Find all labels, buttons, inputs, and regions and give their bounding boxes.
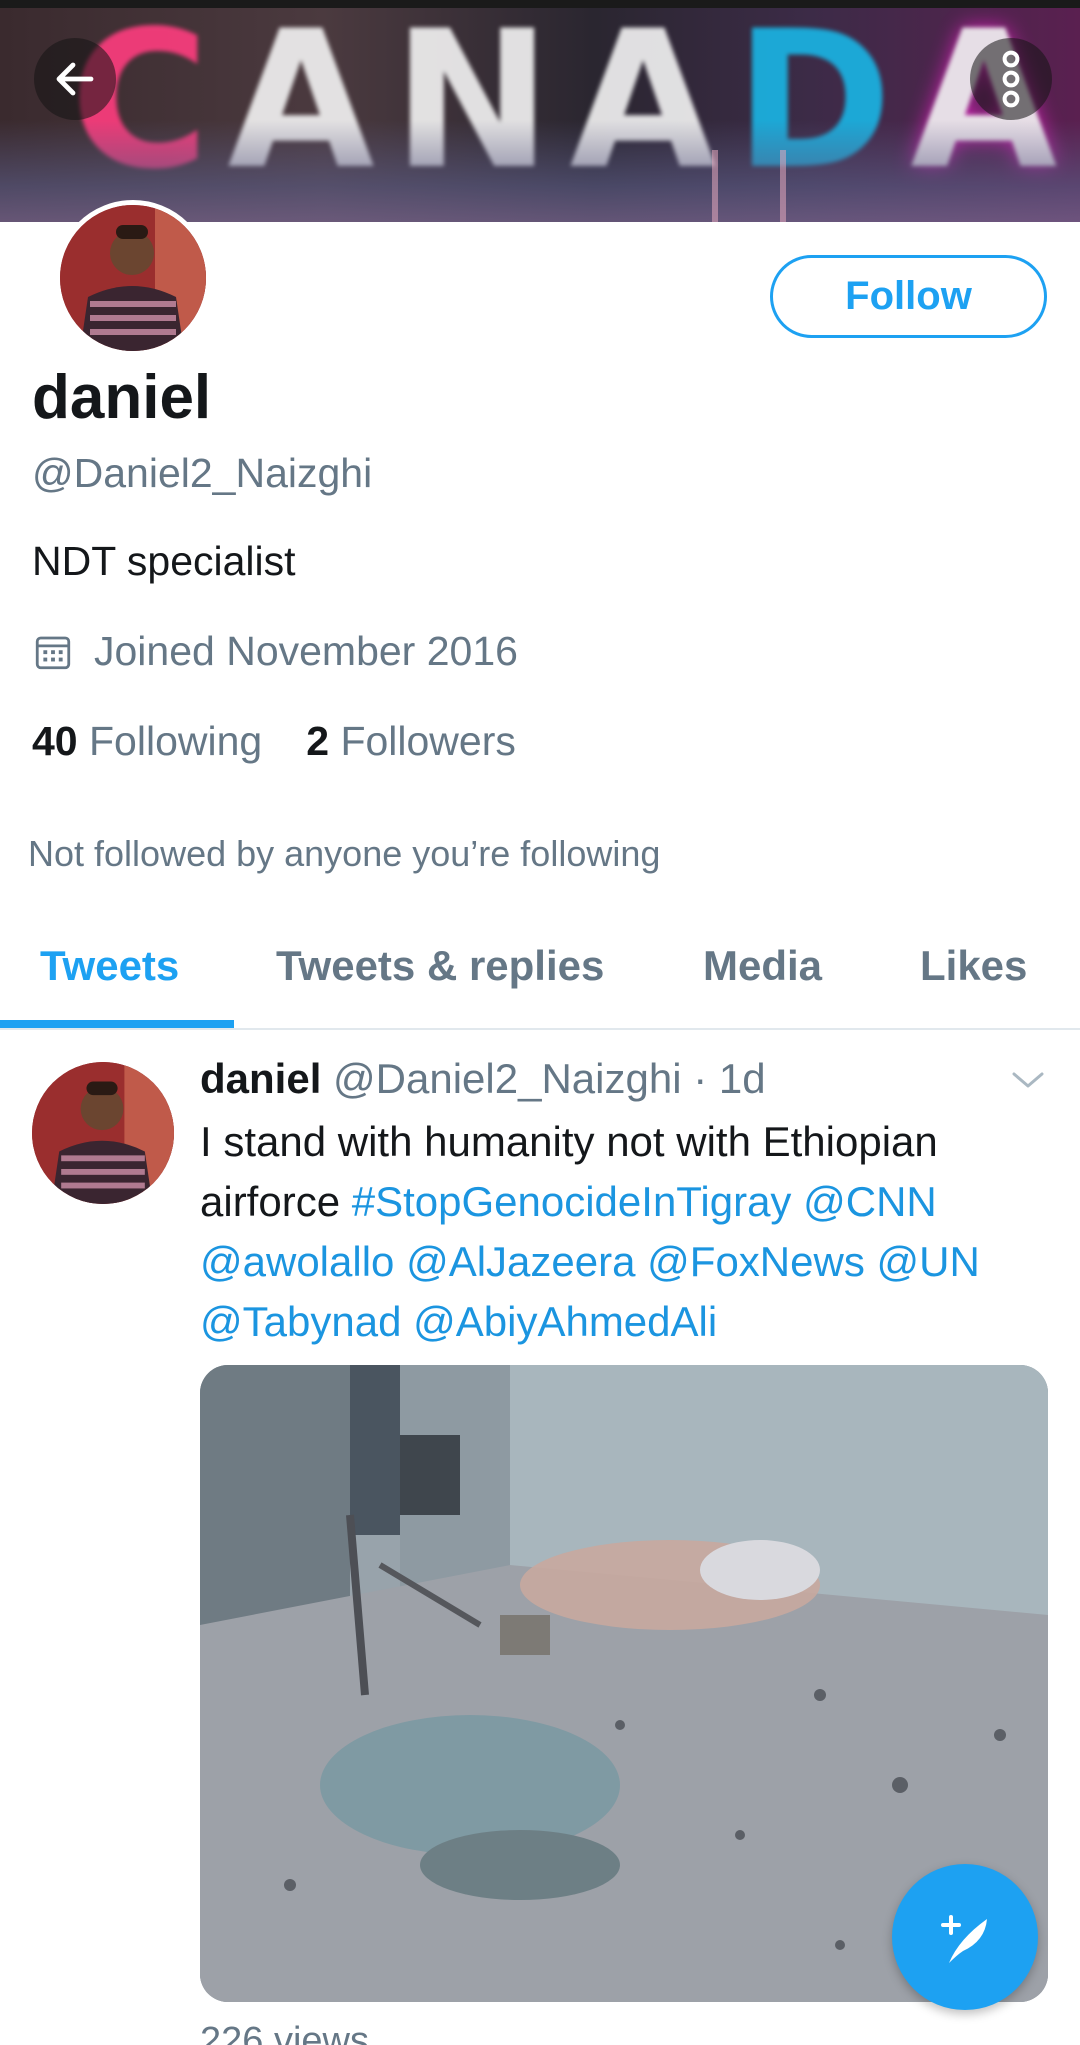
hashtag-link[interactable]: #StopGenocideInTigray xyxy=(352,1178,792,1225)
profile-name: daniel xyxy=(32,363,212,432)
joined-text: Joined November 2016 xyxy=(94,628,518,674)
joined-date: Joined November 2016 xyxy=(32,628,518,675)
banner-pole xyxy=(780,150,786,222)
mention-link[interactable]: @AbiyAhmedAli xyxy=(413,1298,717,1345)
mention-link[interactable]: @awolallo xyxy=(200,1238,394,1285)
tab-likes[interactable]: Likes xyxy=(920,942,1027,990)
feather-plus-icon xyxy=(941,1915,987,1963)
back-button[interactable] xyxy=(34,38,116,120)
profile-handle: @Daniel2_Naizghi xyxy=(32,450,373,496)
arrow-left-icon xyxy=(56,62,94,96)
profile-avatar[interactable] xyxy=(55,200,211,356)
active-tab-indicator xyxy=(0,1020,234,1028)
tweet-avatar[interactable] xyxy=(32,1062,174,1204)
tweet-author-name[interactable]: daniel xyxy=(200,1055,321,1102)
follow-button[interactable]: Follow xyxy=(770,255,1047,338)
person-photo xyxy=(60,205,206,351)
person-photo xyxy=(32,1062,174,1204)
compose-tweet-button[interactable] xyxy=(892,1864,1038,2010)
chevron-down-icon xyxy=(1012,1072,1044,1088)
mention-link[interactable]: @UN xyxy=(877,1238,980,1285)
mention-link[interactable]: @FoxNews xyxy=(647,1238,865,1285)
profile-bio: NDT specialist xyxy=(32,538,296,584)
tweet-text: I stand with humanity not with Ethiopian… xyxy=(200,1112,1060,1352)
follow-stats: 40 Following 2 Followers xyxy=(32,718,516,765)
banner-pole xyxy=(712,150,718,222)
profile-banner[interactable]: CANADA xyxy=(0,0,1080,222)
following-label: Following xyxy=(89,718,263,764)
mention-link[interactable]: @AlJazeera xyxy=(406,1238,635,1285)
tweet-views: 226 views xyxy=(200,2020,369,2045)
more-options-button[interactable] xyxy=(970,38,1052,120)
followers-count: 2 xyxy=(306,718,330,764)
tweet-timestamp[interactable]: · 1d xyxy=(693,1055,765,1102)
tweet-header: daniel @Daniel2_Naizghi · 1d xyxy=(200,1055,766,1103)
following-link[interactable]: 40 Following xyxy=(32,718,262,764)
tab-media[interactable]: Media xyxy=(703,942,822,990)
followers-label: Followers xyxy=(340,718,516,764)
more-vertical-icon xyxy=(1002,50,1020,108)
mention-link[interactable]: @Tabynad xyxy=(200,1298,401,1345)
tweet-author-handle[interactable]: @Daniel2_Naizghi xyxy=(333,1055,682,1102)
followers-link[interactable]: 2 Followers xyxy=(306,718,516,764)
tweet-menu-button[interactable] xyxy=(1010,1068,1046,1097)
profile-tabs: Tweets Tweets & replies Media Likes xyxy=(0,920,1080,1030)
tab-tweets-and-replies[interactable]: Tweets & replies xyxy=(276,942,604,990)
mention-link[interactable]: @CNN xyxy=(803,1178,937,1225)
calendar-icon xyxy=(35,636,71,669)
not-followed-note: Not followed by anyone you’re following xyxy=(28,833,661,874)
tab-tweets[interactable]: Tweets xyxy=(40,942,179,990)
following-count: 40 xyxy=(32,718,78,764)
